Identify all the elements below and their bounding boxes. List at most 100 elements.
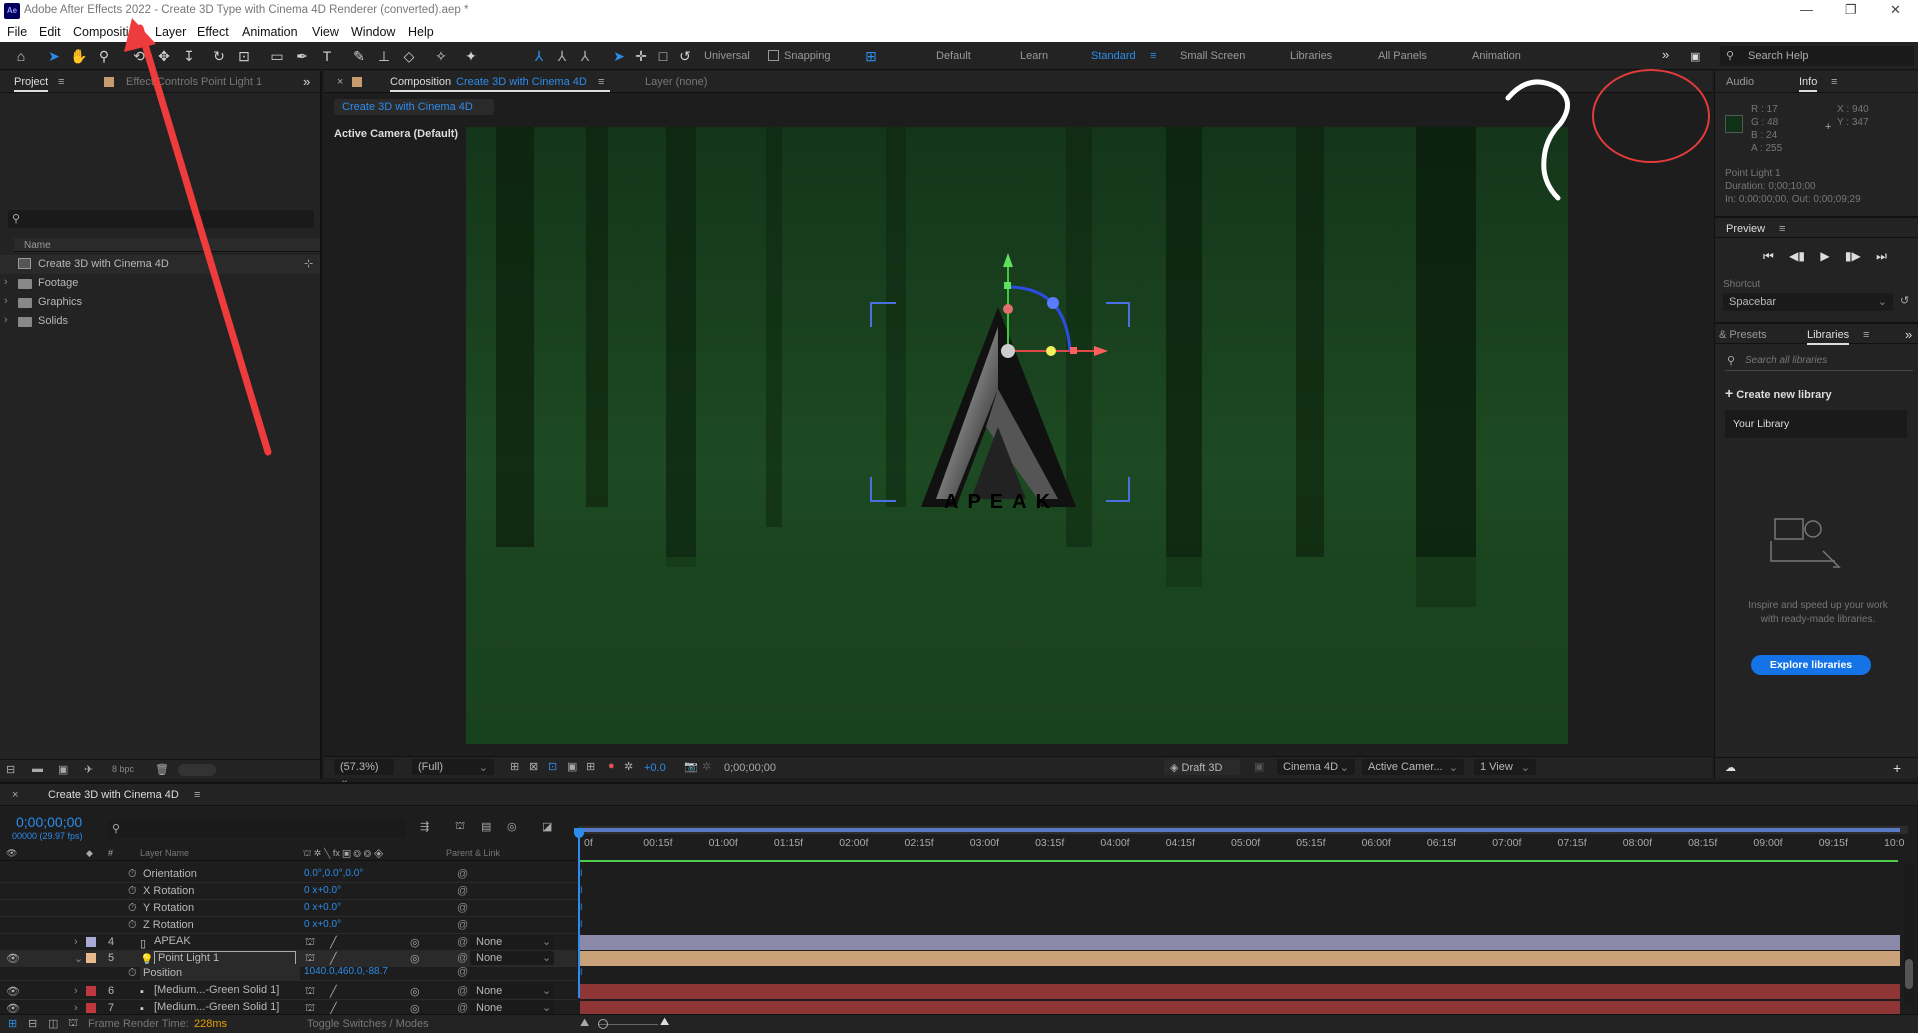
add-icon[interactable]: + <box>1893 760 1901 776</box>
timeline-comp-tab[interactable]: Create 3D with Cinema 4D <box>48 789 179 801</box>
switches-icon[interactable]: ⊞ <box>8 1017 17 1030</box>
library-search-input[interactable]: ⚲ Search all libraries <box>1725 351 1913 371</box>
stopwatch-icon[interactable]: ⏱ <box>128 967 137 980</box>
shy-switch-icon[interactable]: ⛫ <box>305 985 315 999</box>
property-value[interactable]: 0 x+0.0° <box>304 885 341 896</box>
panel-overflow-icon[interactable]: » <box>1905 327 1912 342</box>
keyframe-marker-icon[interactable]: I <box>580 868 583 878</box>
position-value[interactable]: 1040.0,460.0,-88.7 <box>304 966 388 977</box>
property-value[interactable]: 0 x+0.0° <box>304 919 341 930</box>
first-frame-icon[interactable]: ⏮ <box>1763 249 1774 263</box>
chevron-down-icon: ⌄ <box>542 985 552 997</box>
info-layer-name: Point Light 1 <box>1725 168 1781 179</box>
your-library-item[interactable]: Your Library <box>1725 410 1907 438</box>
pick-whip-icon[interactable]: @ <box>457 936 468 948</box>
cloud-icon[interactable]: ☁ <box>1725 761 1736 774</box>
layer-name[interactable]: [Medium...-Green Solid 1] <box>154 1001 279 1013</box>
layer-name-column[interactable]: Layer Name <box>140 848 189 858</box>
layer-duration-bar[interactable] <box>580 984 1900 999</box>
keyframe-marker-icon[interactable]: I <box>580 967 583 979</box>
layer-label-color[interactable] <box>86 953 96 963</box>
layer-label-color[interactable] <box>86 1003 96 1013</box>
shy-icon[interactable]: ⛫ <box>455 820 465 834</box>
stopwatch-icon[interactable]: ⏱ <box>128 868 137 881</box>
expand-chevron-icon[interactable]: › <box>74 936 78 948</box>
expression-link-icon[interactable]: @ <box>457 919 468 931</box>
quality-switch-icon[interactable]: ╱ <box>330 936 337 949</box>
zoom-out-icon[interactable]: ⛰ <box>580 1017 589 1030</box>
previous-frame-icon[interactable]: ◀▮ <box>1789 249 1805 263</box>
shortcut-dropdown[interactable]: Spacebar ⌄ <box>1723 293 1893 311</box>
frame-render-label: Frame Render Time: <box>88 1018 189 1030</box>
time-ruler[interactable]: 0f 00:15f 01:00f 01:15f 02:00f 02:15f 03:00f 03… <box>578 834 1908 860</box>
expression-link-icon[interactable]: @ <box>457 902 468 914</box>
stopwatch-icon[interactable]: ⏱ <box>128 885 137 898</box>
motion-blur-icon[interactable]: ◎ <box>507 820 517 833</box>
render-time-icon[interactable]: ⛫ <box>68 1017 78 1031</box>
expression-link-icon[interactable]: @ <box>457 885 468 897</box>
timeline-search-input[interactable]: ⚲ <box>108 820 406 838</box>
keyframe-marker-icon[interactable]: I <box>580 885 583 895</box>
libraries-menu-icon[interactable]: ≡ <box>1863 329 1869 341</box>
rgba-readout: R : 17 G : 48 B : 24 A : 255 <box>1751 103 1782 155</box>
close-tab-icon[interactable]: × <box>12 789 18 801</box>
chevron-down-icon: ⌄ <box>1877 296 1887 308</box>
pick-whip-icon[interactable]: @ <box>457 1002 468 1014</box>
expand-chevron-icon[interactable]: › <box>74 1002 78 1014</box>
stopwatch-icon[interactable]: ⏱ <box>128 902 137 915</box>
timeline-menu-icon[interactable]: ≡ <box>194 789 200 801</box>
property-value[interactable]: 0.0°,0.0°,0.0° <box>304 868 363 879</box>
layer-label-color[interactable] <box>86 986 96 996</box>
last-frame-icon[interactable]: ⏭ <box>1876 249 1887 263</box>
graph-editor-icon[interactable]: ◪ <box>542 820 552 833</box>
property-value[interactable]: 0 x+0.0° <box>304 902 341 913</box>
stopwatch-icon[interactable]: ⏱ <box>128 919 137 932</box>
timeline-timecode[interactable]: 0;00;00;00 <box>16 814 82 830</box>
keyframe-marker-icon[interactable]: I <box>580 919 583 929</box>
quality-switch-icon[interactable]: ╱ <box>330 985 337 998</box>
play-icon[interactable]: ▶ <box>1820 249 1829 263</box>
layer-name[interactable]: APEAK <box>154 935 191 947</box>
zoom-in-icon[interactable]: ⛰ <box>660 1016 669 1029</box>
tab-libraries[interactable]: Libraries <box>1807 329 1850 345</box>
timeline-scrollbar[interactable] <box>1904 864 1914 1004</box>
layer-name[interactable]: [Medium...-Green Solid 1] <box>154 984 279 996</box>
layer-row[interactable]: › 4 ▯ APEAK ⛫ ╱ ◎ @ None ⌄ <box>0 934 577 951</box>
keyframe-marker-icon[interactable]: I <box>580 902 583 912</box>
layer-name[interactable]: Point Light 1 <box>154 951 296 965</box>
explore-libraries-button[interactable]: Explore libraries <box>1751 655 1871 675</box>
toggle-switches-modes[interactable]: Toggle Switches / Modes <box>307 1018 429 1030</box>
render-bar <box>578 860 1898 862</box>
pick-whip-icon[interactable]: @ <box>457 952 468 964</box>
tab-info[interactable]: Info <box>1799 76 1818 92</box>
expand-chevron-icon[interactable]: › <box>74 985 78 997</box>
layer-row[interactable]: 👁 › 6 ▪ [Medium...-Green Solid 1] ⛫ ╱ ◎ @ None ⌄ <box>0 983 577 1000</box>
timeline-fps: 00000 (29.97 fps) <box>12 831 83 841</box>
expression-link-icon[interactable]: @ <box>457 868 468 880</box>
expression-link-icon[interactable]: @ <box>457 966 468 978</box>
info-menu-icon[interactable]: ≡ <box>1831 76 1837 88</box>
visibility-eye-icon[interactable]: 👁 <box>6 985 20 998</box>
comp-mini-flowchart-icon[interactable]: ⇶ <box>420 820 429 833</box>
layer-label-color[interactable] <box>86 937 96 947</box>
layer-duration-bar[interactable] <box>580 951 1900 966</box>
parent-link-column[interactable]: Parent & Link <box>446 848 500 858</box>
pick-whip-icon[interactable]: @ <box>457 985 468 997</box>
frame-blending-icon[interactable]: ▤ <box>481 820 491 833</box>
tab-presets[interactable]: & Presets <box>1719 329 1767 341</box>
preview-menu-icon[interactable]: ≡ <box>1779 223 1785 235</box>
work-area-bar[interactable] <box>578 826 1908 834</box>
playhead-handle[interactable] <box>574 828 584 838</box>
tab-audio[interactable]: Audio <box>1726 76 1754 88</box>
3d-layer-switch-icon[interactable]: ◎ <box>410 985 420 998</box>
right-panels: Audio Info ≡ R : 17 G : 48 B : 24 A : 25… <box>1714 71 1918 779</box>
modes-icon[interactable]: ⊟ <box>28 1017 37 1030</box>
zoom-slider-handle[interactable] <box>598 1019 608 1029</box>
layer-duration-bar[interactable] <box>580 935 1900 950</box>
reset-shortcut-icon[interactable]: ↺ <box>1900 294 1909 307</box>
shy-switch-icon[interactable]: ⛫ <box>305 936 315 950</box>
in-out-icon[interactable]: ◫ <box>48 1017 58 1030</box>
3d-layer-switch-icon[interactable]: ◎ <box>410 936 420 949</box>
create-library-button[interactable]: + Create new library <box>1725 385 1832 401</box>
next-frame-icon[interactable]: ▮▶ <box>1845 249 1861 263</box>
